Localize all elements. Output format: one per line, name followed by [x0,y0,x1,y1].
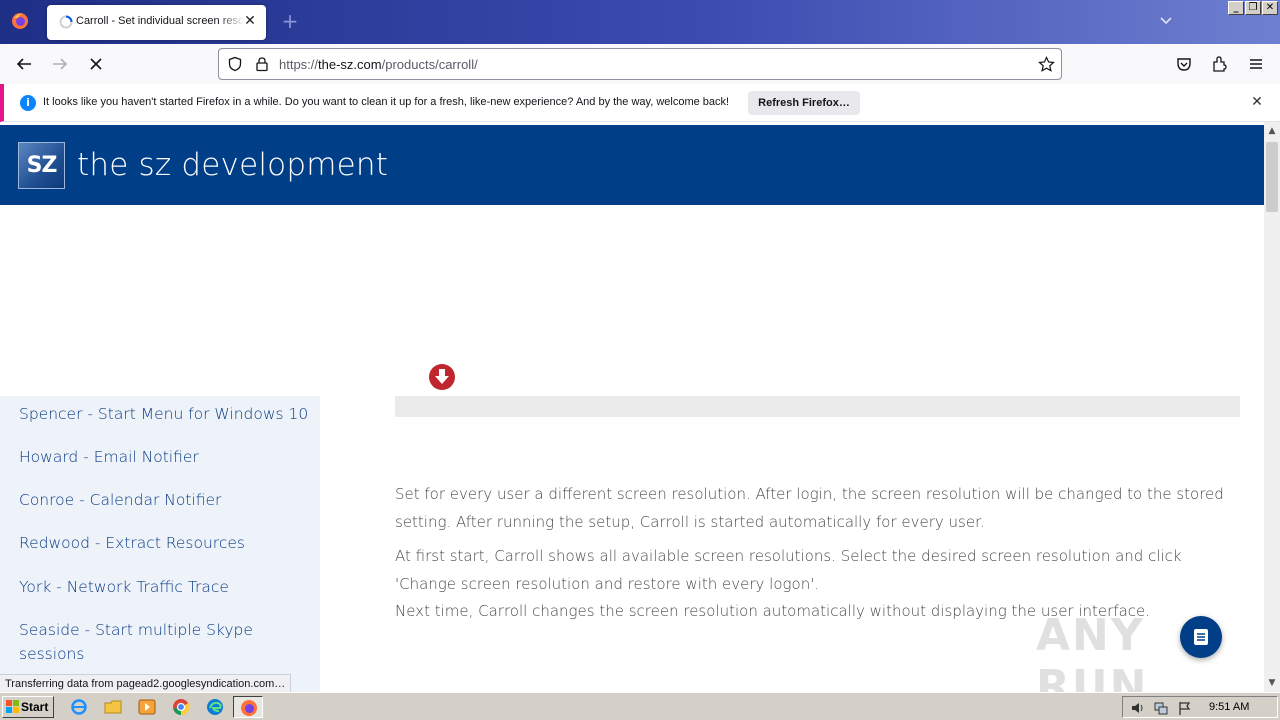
sidebar-item-howard[interactable]: Howard - Email Notifier [19,445,199,469]
address-bar[interactable]: https://the-sz.com/products/carroll/ [218,48,1062,80]
file-explorer-icon[interactable] [104,698,122,716]
site-header: SZ the sz development [0,125,1264,205]
volume-icon[interactable] [1130,700,1146,716]
new-tab-button[interactable]: + [280,11,300,31]
info-icon: i [20,95,36,111]
anyrun-watermark: ANY RUN [1036,610,1149,692]
sidebar-item-conroe[interactable]: Conroe - Calendar Notifier [19,488,221,512]
sidebar-item-york[interactable]: York - Network Traffic Trace [19,575,229,599]
menu-hamburger-icon[interactable] [1247,55,1265,73]
product-sidebar: Spencer - Start Menu for Windows 10 Howa… [0,396,320,692]
notification-message: It looks like you haven't started Firefo… [43,96,730,108]
refresh-firefox-notification: i It looks like you haven't started Fire… [0,84,1280,122]
download-icon[interactable] [428,363,456,391]
back-arrow-icon[interactable] [15,55,33,73]
ad-placeholder-bar [395,396,1240,417]
tab-carroll[interactable]: Carroll - Set individual screen resoluti… [47,5,266,40]
media-player-icon[interactable] [138,698,156,716]
minimize-button[interactable]: _ [1228,1,1244,15]
close-notification-icon[interactable]: ✕ [1250,95,1264,109]
close-window-button[interactable]: ✕ [1262,1,1278,15]
start-label: Start [21,700,49,714]
list-all-tabs-icon[interactable] [1158,12,1174,28]
status-panel: Transferring data from pagead2.googlesyn… [0,674,292,693]
sidebar-item-redwood[interactable]: Redwood - Extract Resources [19,531,245,555]
stop-loading-icon[interactable] [87,55,105,73]
extensions-icon[interactable] [1211,55,1229,73]
chat-document-icon [1194,629,1208,645]
firefox-taskbar-icon [241,700,257,716]
vertical-scrollbar[interactable]: ▲ ▼ [1264,122,1280,692]
taskbar-firefox-active[interactable] [233,696,263,718]
forward-arrow-icon[interactable] [51,55,69,73]
firefox-icon[interactable] [11,12,29,30]
network-icon[interactable] [1153,700,1169,716]
action-center-flag-icon[interactable] [1177,700,1193,716]
bookmark-star-icon[interactable] [1038,56,1055,73]
browser-titlebar: Carroll - Set individual screen resoluti… [0,0,1280,44]
shield-icon[interactable] [227,56,243,72]
pocket-icon[interactable] [1175,55,1193,73]
page-viewport: SZ the sz development Spencer - Start Me… [0,122,1264,692]
start-button[interactable]: Start [2,696,54,718]
restore-button[interactable]: ❐ [1245,1,1261,15]
description-paragraph-2: At first start, Carroll shows all availa… [395,547,1182,593]
scroll-down-icon[interactable]: ▼ [1267,678,1277,688]
edge-icon[interactable] [206,698,224,716]
taskbar-clock[interactable]: 9:51 AM [1209,701,1249,713]
navigation-toolbar: https://the-sz.com/products/carroll/ [0,44,1280,84]
chrome-icon[interactable] [172,698,190,716]
windows-logo-icon [6,700,19,713]
loading-spinner-icon [59,15,73,29]
sidebar-item-spencer[interactable]: Spencer - Start Menu for Windows 10 [19,402,308,426]
site-title[interactable]: the sz development [77,147,388,183]
system-tray [1122,696,1278,718]
scroll-up-icon[interactable]: ▲ [1267,126,1277,136]
taskbar: Start 9:51 AM [0,692,1280,720]
refresh-firefox-button[interactable]: Refresh Firefox… [748,91,860,115]
sidebar-item-seaside[interactable]: Seaside - Start multiple Skype sessions [19,618,279,666]
site-logo[interactable]: SZ [18,142,65,189]
scrollbar-thumb[interactable] [1266,142,1278,212]
tab-title: Carroll - Set individual screen resoluti… [76,15,244,27]
url-text[interactable]: https://the-sz.com/products/carroll/ [279,57,478,72]
tab-close-icon[interactable]: ✕ [242,13,258,29]
chat-button[interactable] [1180,616,1222,658]
lock-icon[interactable] [254,56,270,72]
window-controls: _ ❐ ✕ [1228,1,1278,15]
description-paragraph-1: Set for every user a different screen re… [395,485,1224,531]
internet-explorer-icon[interactable] [70,698,88,716]
